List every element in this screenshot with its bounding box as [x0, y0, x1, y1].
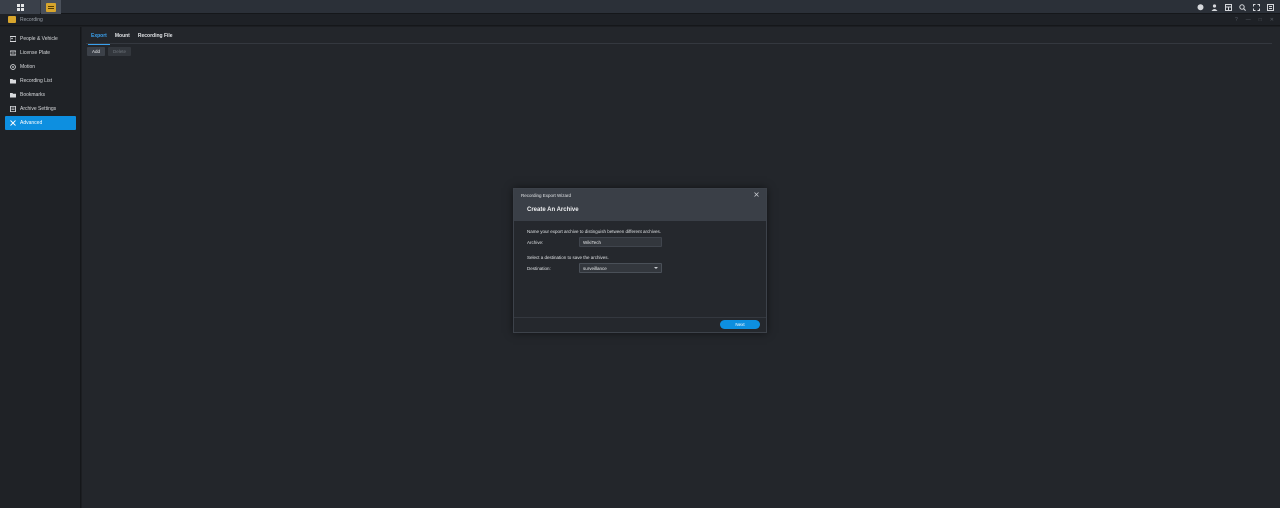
window-titlebar: Recording ? — □ ✕	[0, 14, 1280, 26]
tab-mount[interactable]: Mount	[112, 29, 133, 43]
destination-row: Destination: surveillance	[527, 263, 755, 273]
window-title: Recording	[20, 16, 43, 23]
taskbar	[0, 0, 1280, 14]
recording-list-icon	[10, 78, 16, 84]
search-icon[interactable]	[1236, 0, 1248, 14]
license-plate-icon	[10, 50, 16, 56]
sidebar-item-label: Recording List	[20, 78, 52, 84]
window-controls: ? — □ ✕	[1235, 14, 1274, 26]
destination-label: Destination:	[527, 265, 551, 271]
archive-label: Archive:	[527, 239, 544, 245]
sidebar-item-label: Bookmarks	[20, 92, 46, 98]
sidebar-item-label: People & Vehicle	[20, 36, 58, 42]
close-dialog-button[interactable]	[754, 192, 759, 199]
menu-icon[interactable]	[1264, 0, 1276, 14]
sidebar-item-bookmarks[interactable]: Bookmarks	[5, 88, 76, 102]
sidebar-item-label: Archive Settings	[20, 106, 57, 112]
dialog-footer: Next	[514, 317, 766, 332]
user-icon[interactable]	[1208, 0, 1220, 14]
close-icon	[754, 192, 759, 197]
delete-button[interactable]: Delete	[108, 47, 132, 56]
chat-icon[interactable]	[1194, 0, 1206, 14]
sidebar-item-label: License Plate	[20, 50, 51, 56]
sidebar-item-recording-list[interactable]: Recording List	[5, 74, 76, 88]
recording-app-icon	[8, 16, 16, 23]
destination-select[interactable]: surveillance	[579, 263, 662, 273]
sidebar-item-license-plate[interactable]: License Plate	[5, 46, 76, 60]
main-menu-button[interactable]	[0, 0, 40, 14]
toolbar: Add Delete	[87, 47, 132, 56]
widgets-icon[interactable]	[1222, 0, 1234, 14]
dialog-header: Recording Export Wizard Create An Archiv…	[514, 189, 766, 221]
export-wizard-dialog: Recording Export Wizard Create An Archiv…	[513, 188, 767, 333]
sidebar-item-people-vehicle[interactable]: People & Vehicle	[5, 32, 76, 46]
tab-export[interactable]: Export	[88, 29, 110, 45]
help-button[interactable]: ?	[1235, 17, 1238, 23]
motion-icon	[10, 64, 16, 70]
close-window-button[interactable]: ✕	[1270, 17, 1274, 23]
archive-row: Archive: WikiTech	[527, 237, 755, 247]
bookmark-icon	[10, 92, 16, 98]
recording-taskbar-button[interactable]	[41, 0, 61, 14]
tab-bar: Export Mount Recording File	[88, 29, 178, 45]
archive-name-input[interactable]: WikiTech	[579, 237, 662, 247]
sidebar-item-advanced[interactable]: Advanced	[5, 116, 76, 130]
chevron-down-icon	[654, 267, 658, 269]
archive-settings-icon	[10, 106, 16, 112]
sidebar-item-label: Advanced	[20, 120, 43, 126]
add-button[interactable]: Add	[87, 47, 106, 56]
recording-app-icon	[46, 2, 56, 12]
tab-recording-file[interactable]: Recording File	[135, 29, 176, 43]
advanced-icon	[10, 120, 16, 126]
tab-divider	[86, 43, 1272, 44]
destination-description: Select a destination to save the archive…	[527, 255, 609, 260]
fullscreen-icon[interactable]	[1250, 0, 1262, 14]
dialog-subtitle: Create An Archive	[527, 207, 579, 213]
destination-value: surveillance	[583, 265, 607, 271]
grid-icon	[16, 3, 24, 11]
sidebar-item-label: Motion	[20, 64, 36, 70]
sidebar-item-motion[interactable]: Motion	[5, 60, 76, 74]
archive-description: Name your export archive to distinguish …	[527, 229, 661, 234]
sidebar: People & Vehicle License Plate Motion Re…	[0, 27, 81, 508]
maximize-button[interactable]: □	[1259, 17, 1262, 23]
dialog-body: Name your export archive to distinguish …	[527, 229, 755, 273]
dialog-title: Recording Export Wizard	[521, 193, 572, 198]
sidebar-item-archive-settings[interactable]: Archive Settings	[5, 102, 76, 116]
people-vehicle-icon	[10, 36, 16, 42]
next-button[interactable]: Next	[720, 320, 760, 329]
taskbar-right-icons	[1194, 0, 1276, 14]
minimize-button[interactable]: —	[1246, 17, 1251, 23]
